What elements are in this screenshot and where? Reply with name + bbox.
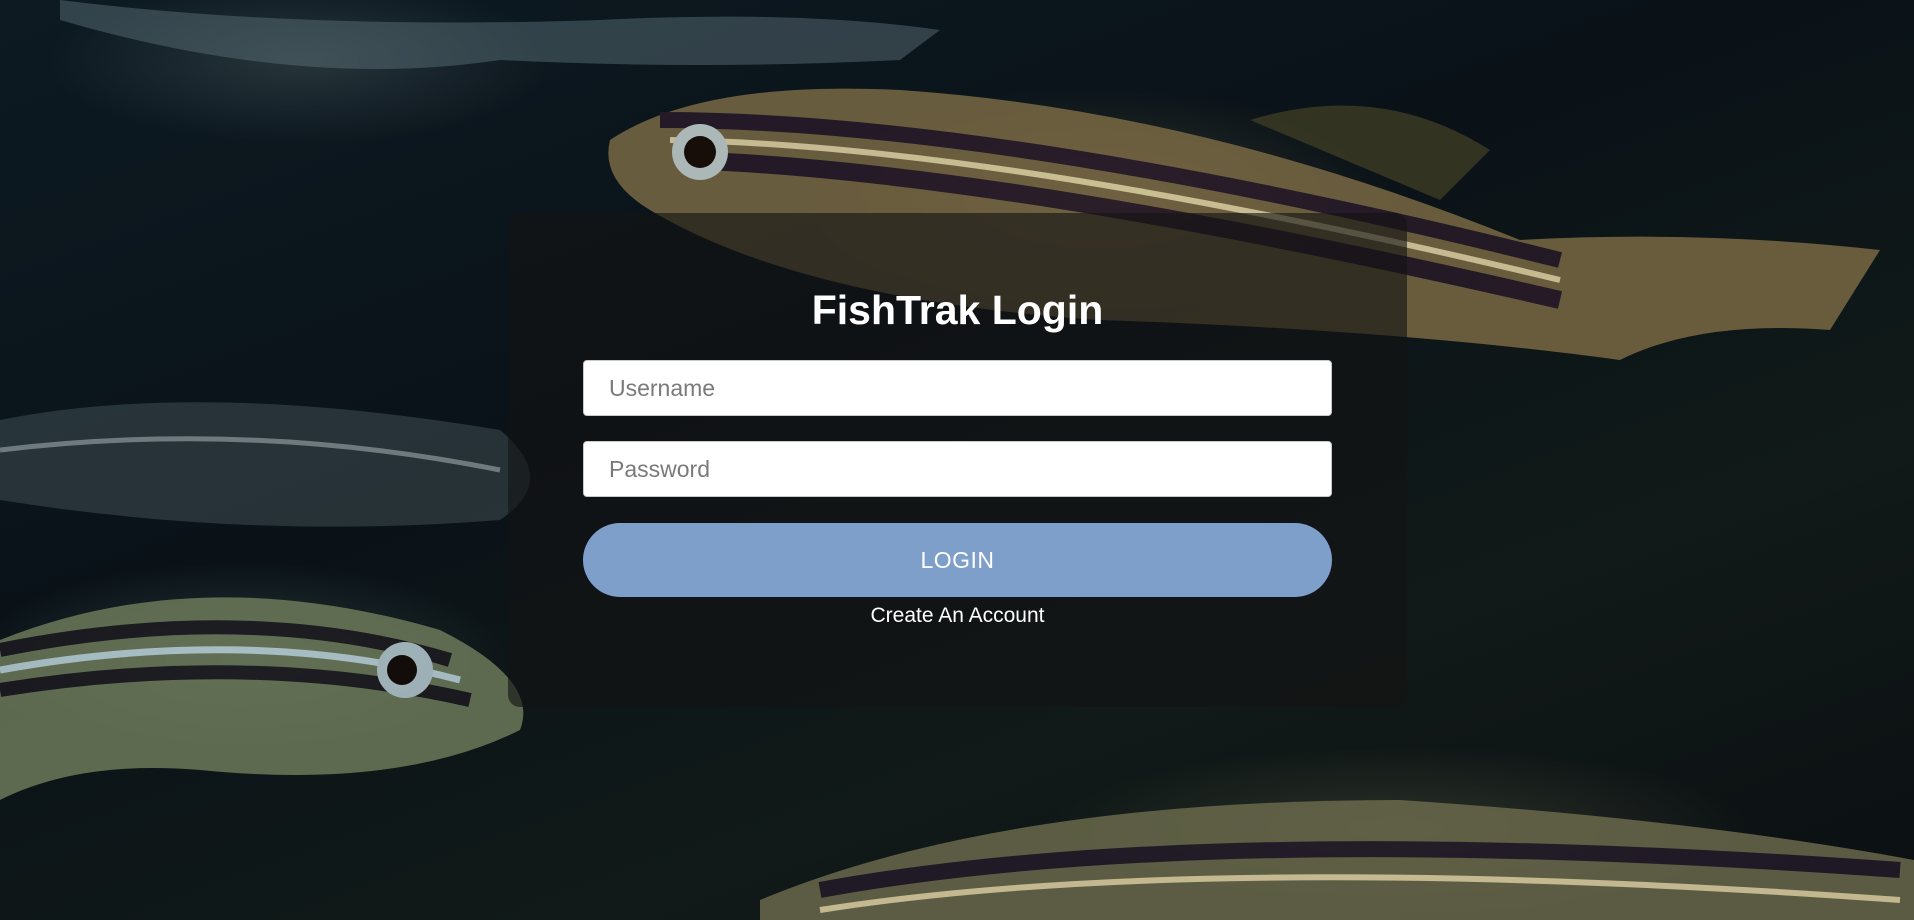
- login-panel: FishTrak Login LOGIN Create An Account: [508, 213, 1407, 707]
- page-title: FishTrak Login: [811, 287, 1104, 333]
- username-input[interactable]: [583, 360, 1332, 416]
- login-button[interactable]: LOGIN: [583, 523, 1332, 597]
- login-page: FishTrak Login LOGIN Create An Account: [0, 0, 1914, 920]
- password-input[interactable]: [583, 441, 1332, 497]
- create-account-link[interactable]: Create An Account: [508, 604, 1407, 628]
